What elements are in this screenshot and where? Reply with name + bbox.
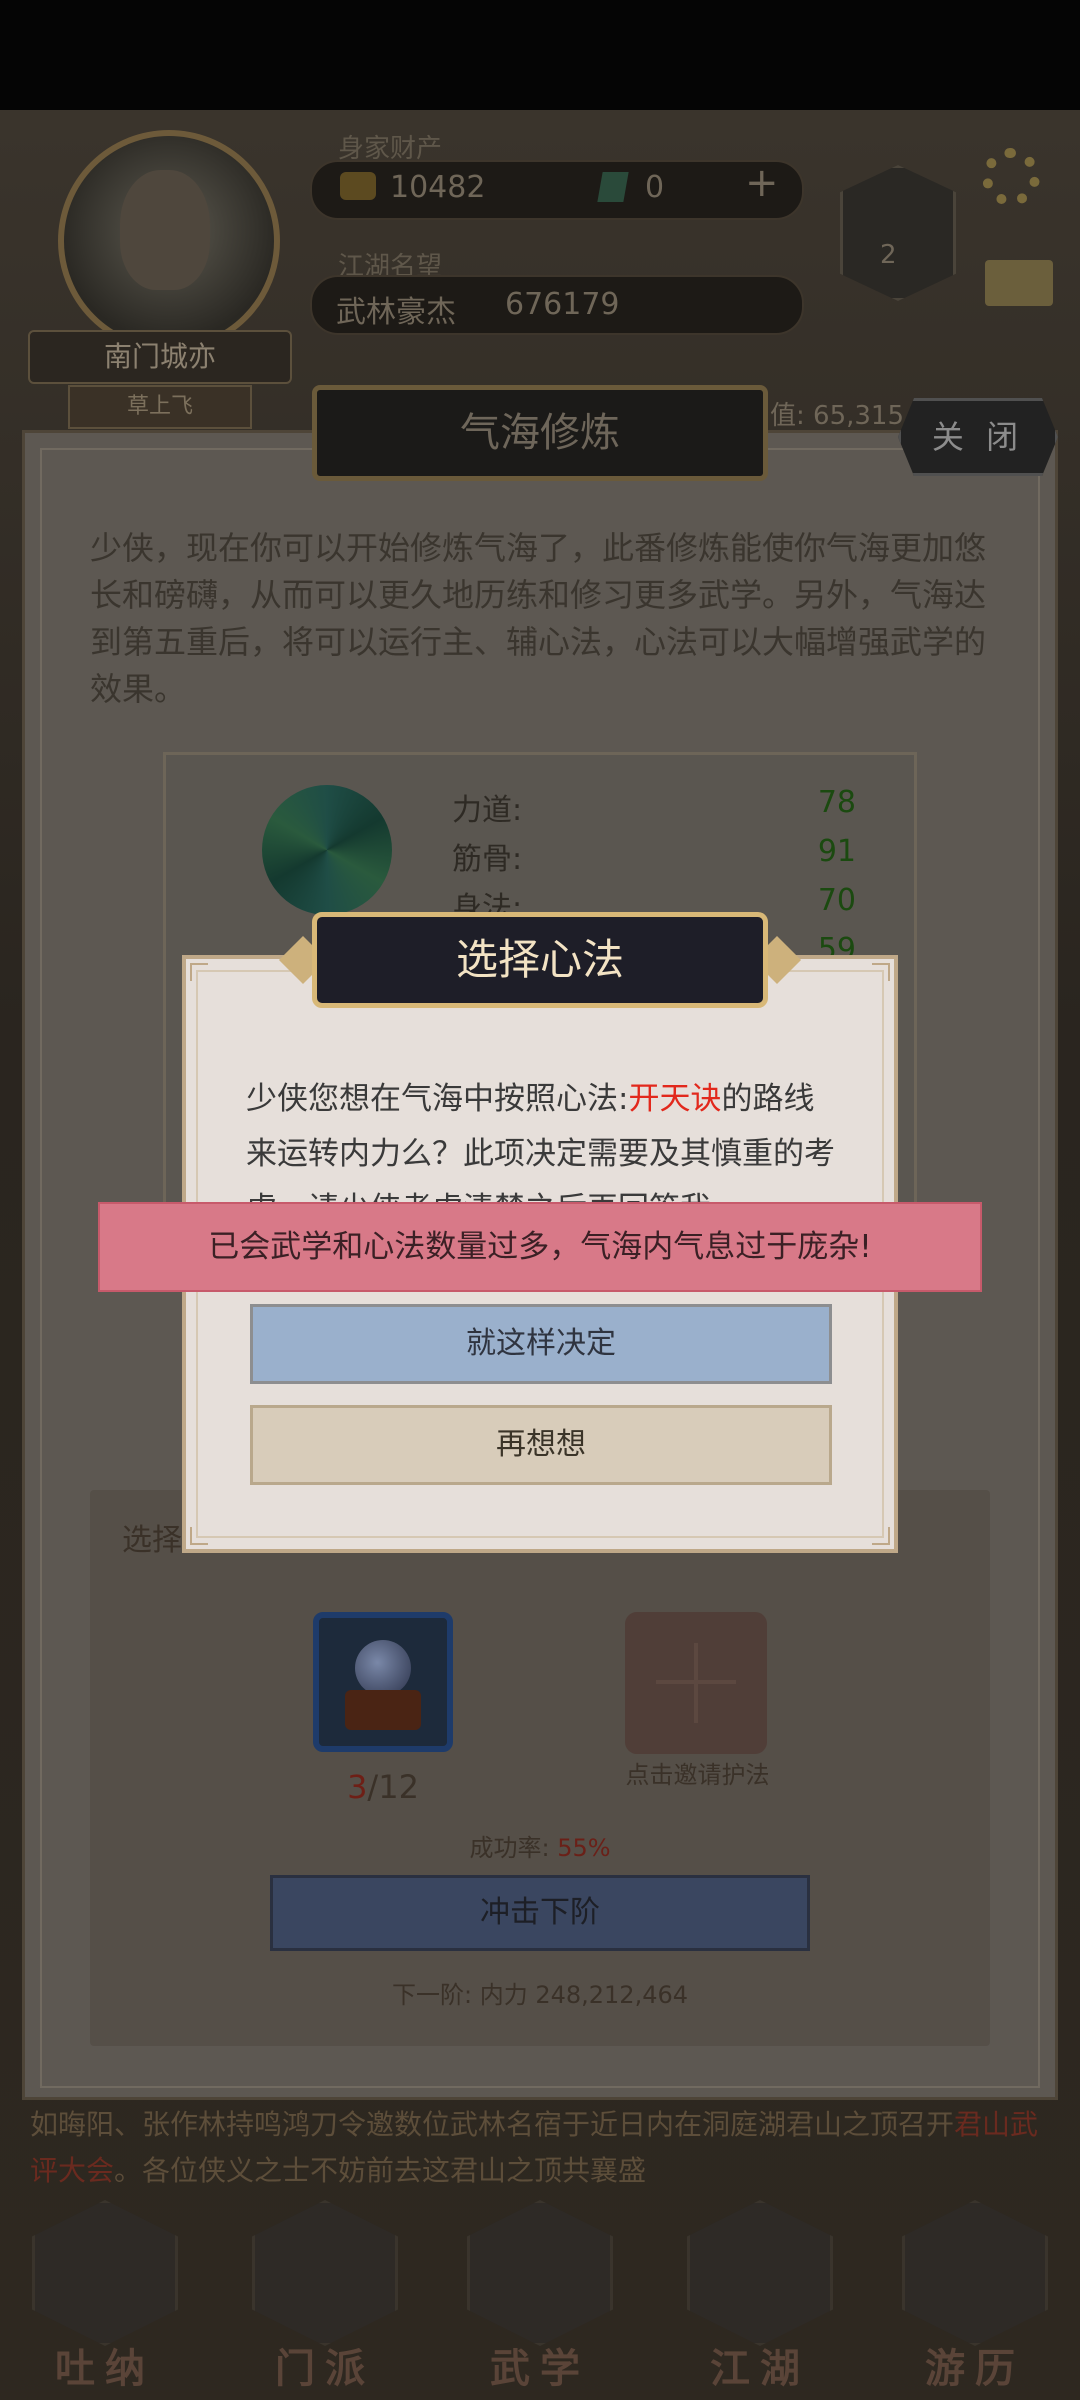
practice-section bbox=[90, 1490, 990, 2046]
item-count-total: /12 bbox=[367, 1768, 419, 1806]
item-count-current: 3 bbox=[347, 1768, 368, 1806]
corner-ornament bbox=[190, 963, 208, 981]
warning-toast: 已会武学和心法数量过多，气海内气息过于庞杂! bbox=[98, 1202, 982, 1292]
qihai-description: 少侠，现在你可以开始修炼气海了，此番修炼能使你气海更加悠长和磅礴，从而可以更久地… bbox=[90, 529, 987, 708]
nav-youli[interactable]: 游历 bbox=[900, 2200, 1050, 2400]
plus-icon-vertical bbox=[694, 1643, 698, 1723]
success-rate: 成功率: 55% bbox=[340, 1828, 740, 1863]
news-text-cont: 。各位侠义之士不妨前去这君山之顶共襄盛 bbox=[114, 2154, 647, 2187]
add-currency-button[interactable]: + bbox=[745, 160, 779, 206]
reputation-rank: 武林豪杰 bbox=[336, 295, 456, 330]
sect-icon bbox=[252, 2200, 398, 2346]
status-bar bbox=[0, 0, 1080, 110]
stat-value: 91 bbox=[817, 834, 856, 869]
next-tier-info: 下一阶: 内力 248,212,464 bbox=[391, 1981, 689, 2009]
meditation-icon bbox=[32, 2200, 178, 2346]
gem-count: 0 bbox=[645, 170, 665, 205]
gem-icon bbox=[597, 172, 629, 202]
power-partial: 值: 65,315 bbox=[770, 401, 904, 431]
vortex-icon bbox=[262, 785, 392, 915]
stat-label: 筋骨: bbox=[452, 842, 523, 877]
avatar-portrait bbox=[120, 170, 210, 290]
breakthrough-button[interactable]: 冲击下阶 bbox=[270, 1875, 810, 1951]
rethink-button[interactable]: 再想想 bbox=[250, 1405, 832, 1485]
wealth-bar bbox=[310, 160, 804, 220]
success-rate-label: 成功率: bbox=[469, 1834, 558, 1862]
reputation-value: 676179 bbox=[505, 287, 620, 322]
stat-label: 力道: bbox=[452, 793, 523, 828]
player-title: 草上飞 bbox=[68, 385, 252, 429]
dialog-text-prefix: 少侠您想在气海中按照心法: bbox=[246, 1081, 629, 1117]
confirm-button[interactable]: 就这样决定 bbox=[250, 1304, 832, 1384]
travel-icon bbox=[902, 2200, 1048, 2346]
player-name: 南门城亦 bbox=[28, 330, 292, 384]
nav-tuna[interactable]: 吐纳 bbox=[30, 2200, 180, 2400]
yin-yang-badge[interactable] bbox=[840, 165, 956, 301]
technique-name: 开天诀 bbox=[628, 1081, 722, 1117]
coin-icon bbox=[340, 172, 376, 200]
martial-arts-icon bbox=[467, 2200, 613, 2346]
news-text: 如晦阳、张作林持鸣鸿刀令邀数位武林名宿于近日内在洞庭湖君山之顶召开 bbox=[30, 2108, 955, 2141]
mail-icon[interactable] bbox=[985, 260, 1053, 306]
close-button[interactable]: 关 闭 bbox=[898, 398, 1058, 476]
success-rate-value: 55% bbox=[557, 1834, 611, 1862]
coin-count: 10482 bbox=[390, 170, 486, 205]
news-ticker: 如晦阳、张作林持鸣鸿刀令邀数位武林名宿于近日内在洞庭湖君山之顶召开君山武评大会。… bbox=[30, 2102, 1040, 2198]
qihai-panel-title: 气海修炼 bbox=[312, 385, 768, 481]
crystal-ball-stand bbox=[345, 1690, 421, 1730]
crystal-ball-icon bbox=[355, 1640, 411, 1696]
jianghu-icon bbox=[687, 2200, 833, 2346]
corner-ornament bbox=[190, 1527, 208, 1545]
corner-ornament bbox=[872, 1527, 890, 1545]
nav-jianghu[interactable]: 江湖 bbox=[685, 2200, 835, 2400]
invite-protector-label: 点击邀请护法 bbox=[625, 1761, 770, 1789]
item-count: 3/12 bbox=[323, 1768, 443, 1806]
gear-icon[interactable] bbox=[982, 148, 1040, 206]
stat-value: 78 bbox=[817, 785, 856, 820]
corner-ornament bbox=[872, 963, 890, 981]
badge-number: 2 bbox=[880, 240, 897, 270]
nav-wuxue[interactable]: 武学 bbox=[465, 2200, 615, 2400]
nav-menpai[interactable]: 门派 bbox=[250, 2200, 400, 2400]
dialog-title: 选择心法 bbox=[312, 912, 768, 1008]
select-label: 选择 bbox=[122, 1523, 182, 1558]
